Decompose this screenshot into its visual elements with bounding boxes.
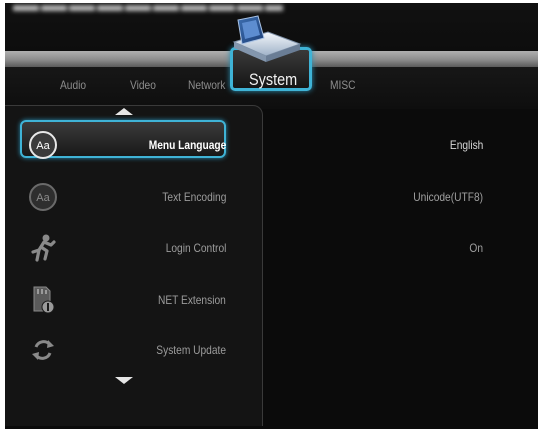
scroll-down-arrow[interactable] — [115, 377, 133, 384]
setting-value: On — [469, 241, 483, 255]
language-icon: Aa — [29, 183, 57, 211]
language-icon: Aa — [29, 131, 57, 159]
tab-audio[interactable]: Audio — [60, 78, 86, 92]
svg-text:Aa: Aa — [36, 140, 50, 152]
svg-text:Aa: Aa — [36, 192, 50, 204]
setting-row-menu-language[interactable]: Aa Menu Language English — [0, 125, 533, 165]
setting-label: Menu Language — [148, 138, 226, 152]
setting-label: NET Extension — [158, 293, 226, 307]
tab-video[interactable]: Video — [130, 78, 156, 92]
setting-value: English — [449, 138, 483, 152]
scroll-up-arrow[interactable] — [115, 108, 133, 115]
blurred-header-graphic: ▬▬▬▬▬▬▬▬▬▬ — [13, 3, 283, 11]
tab-misc[interactable]: MISC — [330, 78, 356, 92]
setting-value: Unicode(UTF8) — [413, 190, 483, 204]
tab-system[interactable]: System — [249, 70, 297, 90]
setting-row-net-extension[interactable]: NET Extension — [0, 280, 533, 320]
sd-card-icon — [33, 286, 55, 314]
setting-row-system-update[interactable]: System Update — [0, 330, 533, 370]
tab-network[interactable]: Network — [188, 78, 225, 92]
setting-label: Text Encoding — [161, 190, 226, 204]
system-settings-icon — [232, 15, 302, 62]
refresh-icon — [32, 340, 54, 360]
setting-row-login-control[interactable]: Login Control On — [0, 228, 533, 268]
setting-label: Login Control — [165, 241, 226, 255]
running-man-icon — [31, 234, 56, 262]
setting-row-text-encoding[interactable]: Aa Text Encoding Unicode(UTF8) — [0, 177, 533, 217]
setting-label: System Update — [156, 343, 226, 357]
